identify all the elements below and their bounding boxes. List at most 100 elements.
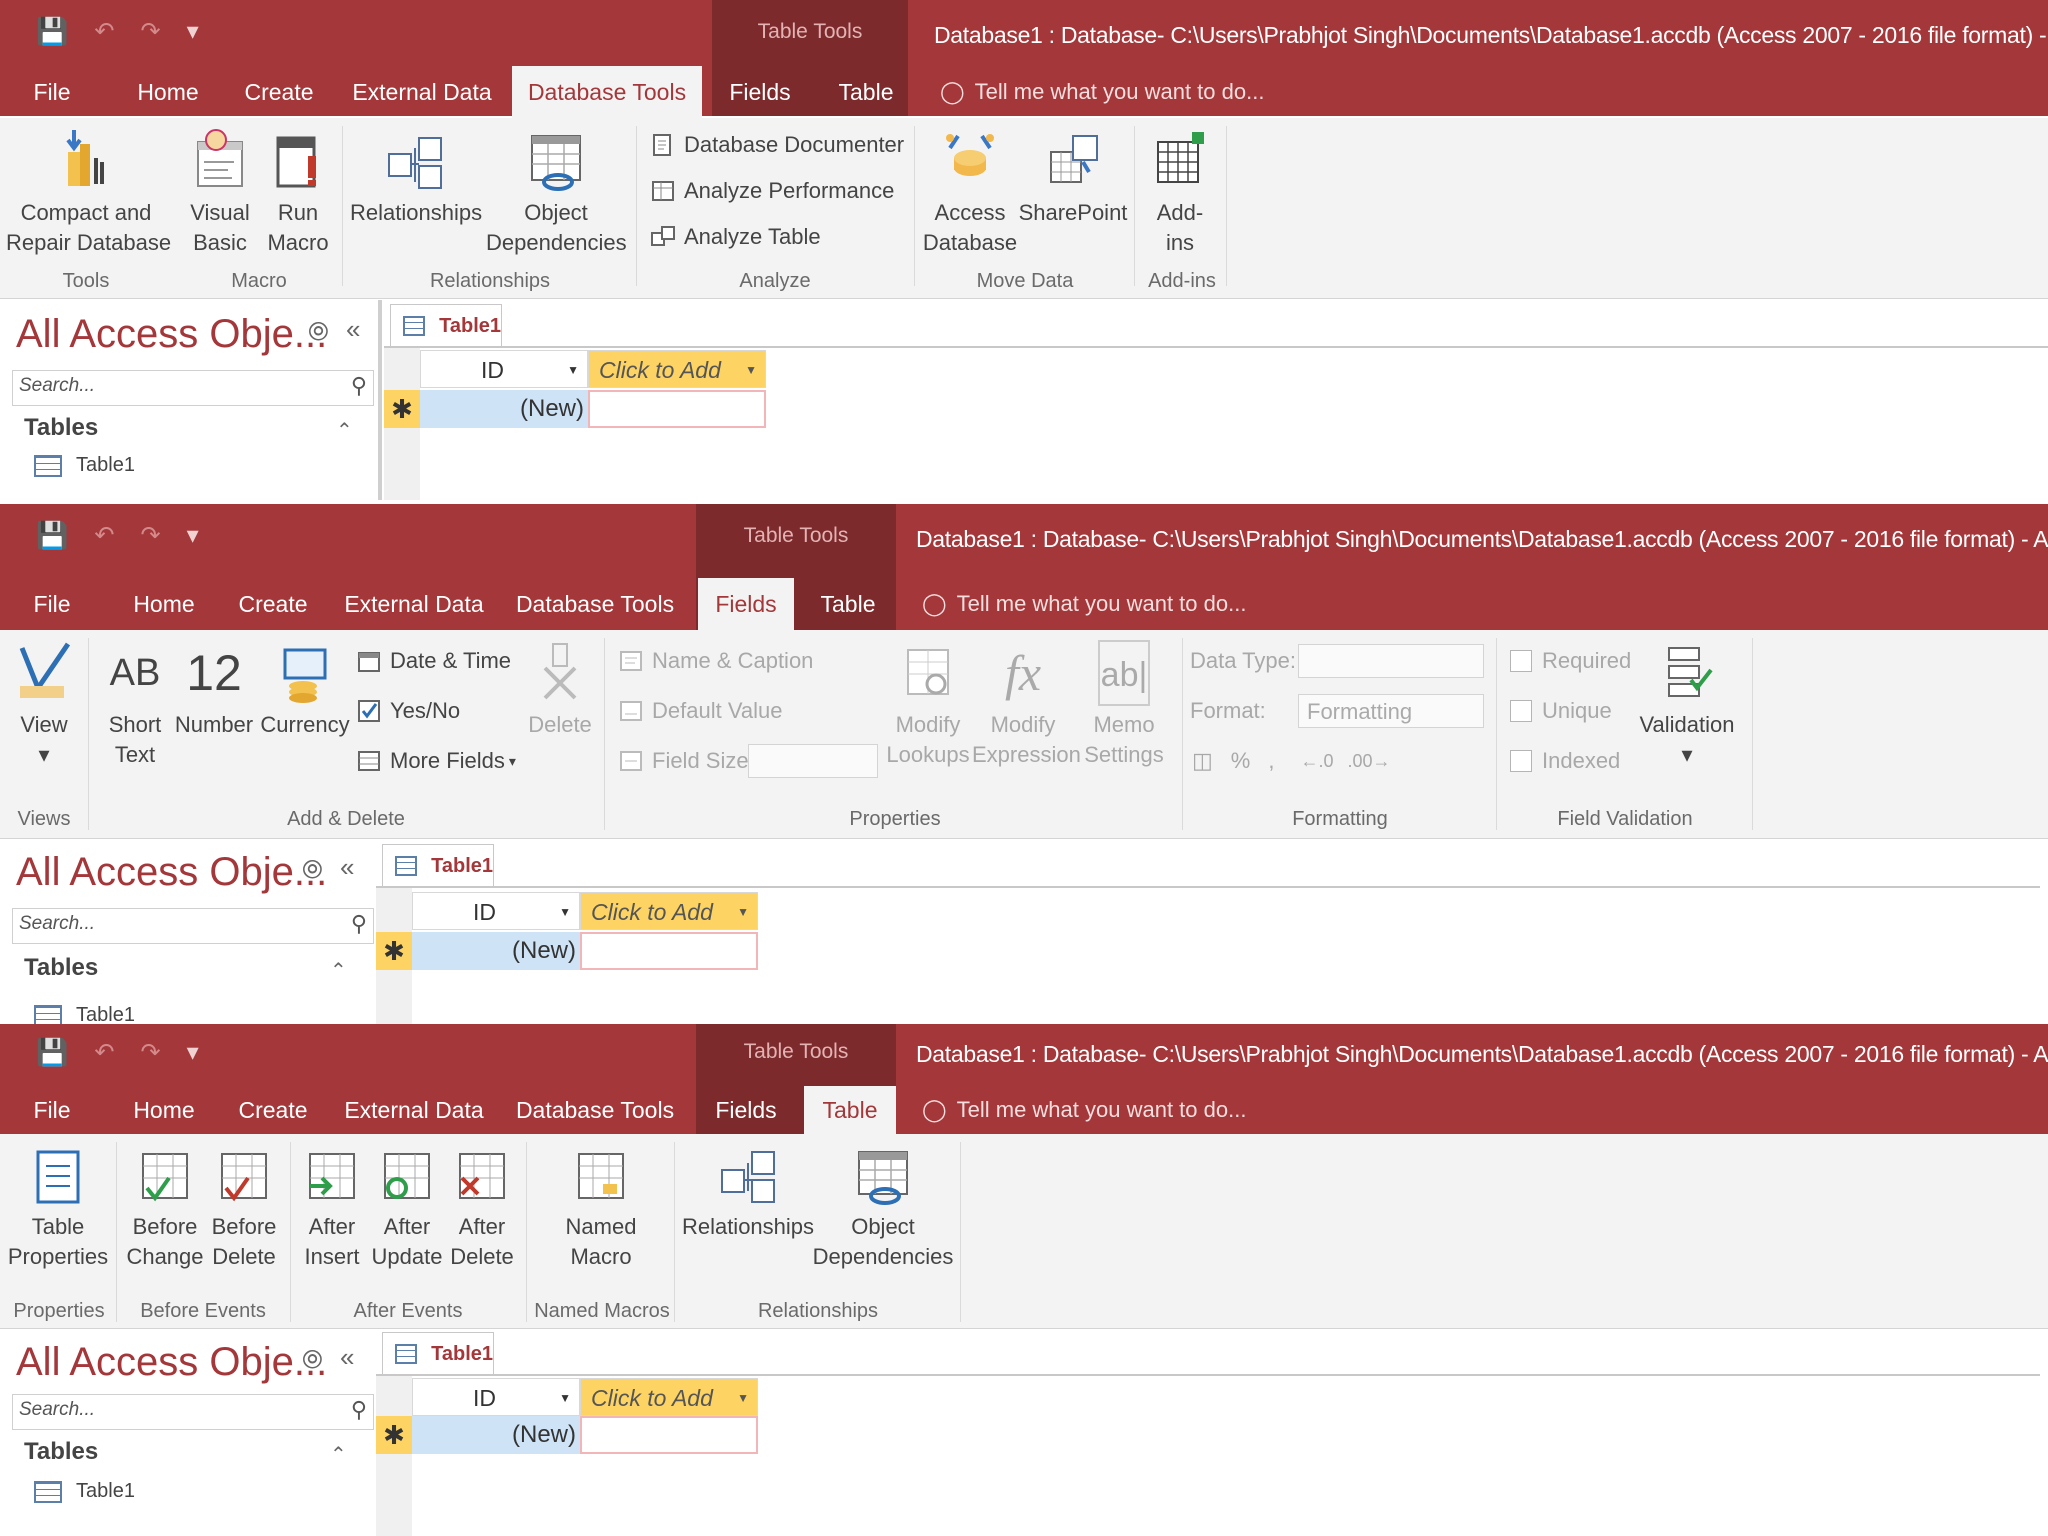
column-dropdown-icon[interactable]: ▼: [737, 893, 749, 931]
relationships-button[interactable]: Relationships: [680, 1148, 816, 1242]
column-dropdown-icon[interactable]: ▼: [567, 351, 579, 389]
tab-database-tools[interactable]: Database Tools: [512, 66, 702, 118]
nav-menu-icon[interactable]: ⦾: [302, 1344, 323, 1376]
tab-database-tools[interactable]: Database Tools: [510, 1086, 680, 1134]
customize-icon[interactable]: ▾: [187, 521, 199, 550]
modify-expression-button[interactable]: fx Modify Expression: [972, 640, 1081, 770]
before-change-button[interactable]: Before Change: [124, 1148, 206, 1272]
save-icon[interactable]: 💾: [36, 520, 68, 551]
new-row-id-cell[interactable]: (New): [412, 932, 580, 970]
indexed-checkbox[interactable]: Indexed: [1510, 748, 1620, 774]
document-tab-table1[interactable]: Table1: [382, 1332, 494, 1375]
memo-settings-button[interactable]: ab| Memo Settings: [1076, 640, 1172, 770]
analyze-performance-button[interactable]: Analyze Performance: [650, 178, 894, 204]
nav-section-collapse-icon[interactable]: ⌃: [330, 958, 347, 983]
format-select[interactable]: Formatting: [1298, 694, 1484, 728]
nav-section-collapse-icon[interactable]: ⌃: [336, 418, 353, 443]
column-header-id[interactable]: ID ▼: [412, 1378, 580, 1416]
column-header-click-to-add[interactable]: Click to Add ▼: [588, 350, 766, 388]
tab-fields[interactable]: Fields: [698, 578, 794, 630]
column-dropdown-icon[interactable]: ▼: [745, 351, 757, 389]
after-delete-button[interactable]: After Delete: [446, 1148, 518, 1272]
undo-icon[interactable]: ↶: [94, 17, 114, 46]
nav-search[interactable]: Search... ⚲: [12, 1394, 374, 1430]
column-dropdown-icon[interactable]: ▼: [559, 893, 571, 931]
name-caption-button[interactable]: Name & Caption: [618, 648, 813, 674]
tab-create[interactable]: Create: [230, 578, 316, 630]
document-tab-table1[interactable]: Table1: [382, 844, 494, 887]
new-row-add-cell[interactable]: [588, 390, 766, 428]
default-value-button[interactable]: Default Value: [618, 698, 782, 724]
nav-item-table1[interactable]: Table1: [34, 454, 135, 477]
nav-section-tables[interactable]: Tables: [24, 1438, 98, 1466]
customize-icon[interactable]: ▾: [187, 1038, 199, 1067]
relationships-button[interactable]: Relationships: [350, 128, 482, 228]
tell-me-box[interactable]: ◯ Tell me what you want to do...: [922, 578, 1246, 630]
analyze-table-button[interactable]: Analyze Table: [650, 224, 821, 250]
nav-search[interactable]: Search... ⚲: [12, 908, 374, 944]
new-row-add-cell[interactable]: [580, 932, 758, 970]
new-row-id-cell[interactable]: (New): [420, 390, 588, 428]
modify-lookups-button[interactable]: Modify Lookups: [884, 640, 972, 770]
search-icon[interactable]: ⚲: [351, 911, 367, 937]
search-icon[interactable]: ⚲: [351, 1397, 367, 1423]
tell-me-box[interactable]: ◯ Tell me what you want to do...: [922, 1086, 1246, 1134]
visual-basic-button[interactable]: Visual Basic: [184, 128, 256, 258]
nav-menu-icon[interactable]: ⦾: [302, 854, 323, 886]
object-dependencies-button[interactable]: Object Dependencies: [812, 1148, 954, 1272]
undo-icon[interactable]: ↶: [94, 521, 114, 550]
column-dropdown-icon[interactable]: ▼: [737, 1379, 749, 1417]
column-header-id[interactable]: ID ▼: [412, 892, 580, 930]
view-button[interactable]: View ▾: [4, 640, 84, 770]
column-dropdown-icon[interactable]: ▼: [559, 1379, 571, 1417]
access-database-button[interactable]: Access Database: [920, 128, 1020, 258]
nav-section-collapse-icon[interactable]: ⌃: [330, 1442, 347, 1467]
tab-external-data[interactable]: External Data: [350, 66, 494, 118]
search-icon[interactable]: ⚲: [351, 373, 367, 399]
before-delete-button[interactable]: Before Delete: [206, 1148, 282, 1272]
object-dependencies-button[interactable]: Object Dependencies: [486, 128, 627, 258]
nav-item-table1[interactable]: Table1: [34, 1480, 135, 1503]
comma-format-icon[interactable]: ,: [1268, 748, 1274, 774]
date-time-button[interactable]: Date & Time: [356, 648, 511, 674]
decrease-decimals-icon[interactable]: .00→: [1348, 751, 1391, 772]
run-macro-button[interactable]: Run Macro: [262, 128, 334, 258]
nav-collapse-icon[interactable]: «: [340, 1342, 354, 1373]
column-header-id[interactable]: ID ▼: [420, 350, 588, 388]
tab-fields[interactable]: Fields: [708, 1086, 784, 1134]
currency-button[interactable]: Currency: [258, 640, 352, 740]
after-update-button[interactable]: After Update: [368, 1148, 446, 1272]
tab-table[interactable]: Table: [804, 1086, 896, 1134]
nav-item-table1[interactable]: Table1: [34, 1004, 135, 1024]
nav-title[interactable]: All Access Obje...: [16, 312, 327, 357]
nav-title[interactable]: All Access Obje...: [16, 850, 327, 895]
sharepoint-button[interactable]: SharePoint: [1018, 128, 1128, 228]
tab-database-tools[interactable]: Database Tools: [510, 578, 680, 630]
nav-title[interactable]: All Access Obje...: [16, 1340, 327, 1385]
nav-section-tables[interactable]: Tables: [24, 954, 98, 982]
after-insert-button[interactable]: After Insert: [296, 1148, 368, 1272]
new-row-id-cell[interactable]: (New): [412, 1416, 580, 1454]
delete-field-button[interactable]: Delete: [524, 640, 596, 740]
yes-no-button[interactable]: Yes/No: [356, 698, 460, 724]
redo-icon[interactable]: ↷: [140, 17, 160, 46]
more-fields-button[interactable]: More Fields ▾: [356, 748, 516, 774]
tab-create[interactable]: Create: [230, 1086, 316, 1134]
number-button[interactable]: 12 Number: [172, 640, 256, 740]
new-row-add-cell[interactable]: [580, 1416, 758, 1454]
tab-table[interactable]: Table: [826, 66, 906, 118]
tell-me-box[interactable]: ◯ Tell me what you want to do...: [940, 66, 1264, 118]
unique-checkbox[interactable]: Unique: [1510, 698, 1612, 724]
undo-icon[interactable]: ↶: [94, 1038, 114, 1067]
nav-search[interactable]: Search... ⚲: [12, 370, 374, 406]
named-macro-button[interactable]: Named Macro: [534, 1148, 668, 1272]
nav-menu-icon[interactable]: ⦾: [308, 316, 329, 348]
table-properties-button[interactable]: Table Properties: [4, 1148, 112, 1272]
nav-section-tables[interactable]: Tables: [24, 414, 98, 442]
addins-button[interactable]: Add- ins: [1140, 128, 1220, 258]
required-checkbox[interactable]: Required: [1510, 648, 1631, 674]
nav-collapse-icon[interactable]: «: [346, 314, 360, 345]
tab-home[interactable]: Home: [128, 66, 208, 118]
tab-external-data[interactable]: External Data: [342, 578, 486, 630]
data-type-select[interactable]: [1298, 644, 1484, 678]
